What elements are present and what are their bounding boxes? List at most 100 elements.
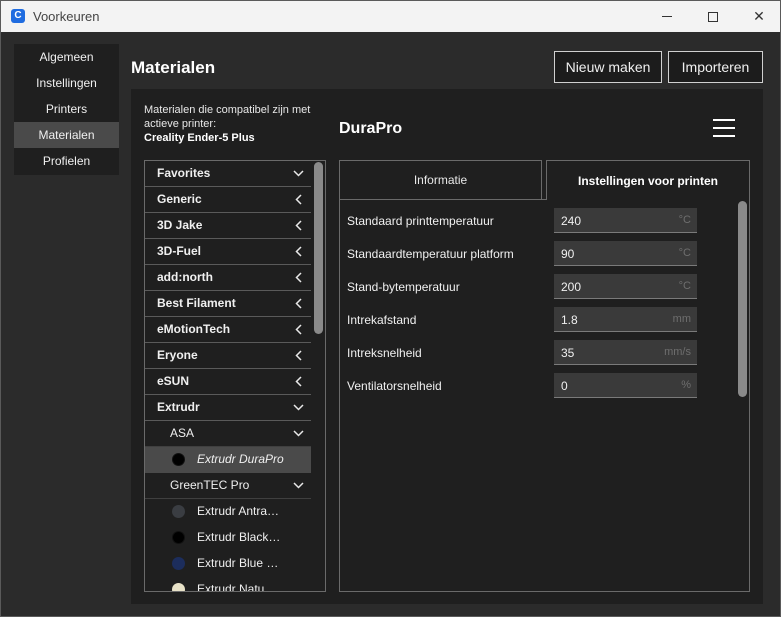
list-item-label: Eryone: [157, 348, 198, 362]
new-material-button[interactable]: Nieuw maken: [554, 51, 662, 83]
chevron-left-icon[interactable]: [291, 291, 305, 316]
setting-input[interactable]: 1.8 mm: [554, 307, 697, 332]
color-swatch-icon: [172, 505, 185, 518]
brand-item[interactable]: Extrudr: [145, 395, 311, 421]
brand-item[interactable]: Generic: [145, 187, 311, 213]
chevron-left-icon[interactable]: [291, 265, 305, 290]
chevron-down-icon[interactable]: [291, 473, 305, 498]
brand-item[interactable]: Favorites: [145, 161, 311, 187]
import-button[interactable]: Importeren: [668, 51, 763, 83]
setting-unit: mm: [672, 313, 691, 325]
list-item-label: Favorites: [157, 166, 211, 180]
chevron-left-icon[interactable]: [291, 317, 305, 342]
setting-input[interactable]: 200 °C: [554, 274, 697, 299]
sidebar-nav: Algemeen Instellingen Printers Materiale…: [14, 44, 119, 175]
active-printer-name: Creality Ender-5 Plus: [144, 132, 255, 144]
chevron-left-icon[interactable]: [291, 369, 305, 394]
preferences-window: C Voorkeuren ✕ Algemeen Instellingen Pri…: [0, 0, 781, 617]
material-title: DuraPro: [339, 120, 403, 137]
brand-item[interactable]: 3D-Fuel: [145, 239, 311, 265]
list-item-label: eMotionTech: [157, 322, 231, 336]
setting-unit: %: [681, 379, 691, 391]
sidebar-item-profielen[interactable]: Profielen: [14, 148, 119, 174]
material-group-item[interactable]: ASA: [145, 421, 311, 447]
chevron-left-icon[interactable]: [291, 239, 305, 264]
close-icon: ✕: [753, 8, 765, 24]
setting-label: Intreksnelheid: [347, 346, 422, 360]
list-item-label: Extrudr: [157, 400, 200, 414]
sidebar-item-instellingen[interactable]: Instellingen: [14, 70, 119, 96]
tab-informatie[interactable]: Informatie: [339, 160, 542, 200]
color-swatch-icon: [172, 557, 185, 570]
list-item-label: Extrudr Antra…: [197, 504, 280, 518]
setting-unit: mm/s: [664, 346, 691, 358]
list-item-label: add:north: [157, 270, 213, 284]
brand-item[interactable]: eMotionTech: [145, 317, 311, 343]
setting-label: Ventilatorsnelheid: [347, 379, 442, 393]
setting-unit: °C: [678, 214, 691, 226]
minimize-button[interactable]: [644, 1, 690, 32]
chevron-left-icon[interactable]: [291, 213, 305, 238]
setting-label: Stand-bytemperatuur: [347, 280, 460, 294]
setting-input[interactable]: 35 mm/s: [554, 340, 697, 365]
compatibility-note: Materialen die compatibel zijn met actie…: [144, 103, 334, 145]
list-item-label: 3D-Fuel: [157, 244, 202, 258]
brand-item[interactable]: add:north: [145, 265, 311, 291]
setting-label: Standaard printtemperatuur: [347, 214, 494, 228]
list-item-label: eSUN: [157, 374, 190, 388]
list-scrollbar[interactable]: [314, 162, 323, 334]
material-item[interactable]: Extrudr Natu…: [145, 577, 311, 591]
setting-label: Standaardtemperatuur platform: [347, 247, 514, 261]
setting-value: 35: [561, 346, 575, 360]
close-button[interactable]: ✕: [736, 1, 781, 32]
chevron-down-icon[interactable]: [291, 421, 305, 446]
sidebar-item-printers[interactable]: Printers: [14, 96, 119, 122]
setting-input[interactable]: 240 °C: [554, 208, 697, 233]
chevron-down-icon[interactable]: [291, 161, 305, 186]
material-item[interactable]: Extrudr DuraPro: [145, 447, 311, 473]
settings-scrollbar[interactable]: [738, 201, 747, 397]
brand-item[interactable]: Best Filament: [145, 291, 311, 317]
sidebar-item-algemeen[interactable]: Algemeen: [14, 44, 119, 70]
setting-input[interactable]: 90 °C: [554, 241, 697, 266]
setting-value: 0: [561, 379, 568, 393]
list-item-label: Extrudr Blue …: [197, 556, 279, 570]
tab-print-settings[interactable]: Instellingen voor printen: [546, 160, 750, 200]
material-item[interactable]: Extrudr Black…: [145, 525, 311, 551]
brand-item[interactable]: Eryone: [145, 343, 311, 369]
setting-input[interactable]: 0%: [554, 373, 697, 398]
compatibility-text: Materialen die compatibel zijn met actie…: [144, 104, 311, 130]
brand-item[interactable]: eSUN: [145, 369, 311, 395]
color-swatch-icon: [172, 453, 185, 466]
setting-unit: °C: [678, 280, 691, 292]
maximize-button[interactable]: [690, 1, 736, 32]
setting-unit: °C: [678, 247, 691, 259]
setting-value: 1.8: [561, 313, 578, 327]
sidebar-item-materialen[interactable]: Materialen: [14, 122, 119, 148]
menu-icon[interactable]: [713, 119, 735, 137]
setting-value: 90: [561, 247, 575, 261]
chevron-left-icon[interactable]: [291, 343, 305, 368]
page-title: Materialen: [131, 58, 216, 77]
list-item-label: Extrudr Black…: [197, 530, 281, 544]
minimize-icon: [662, 16, 672, 17]
color-swatch-icon: [172, 531, 185, 544]
list-item-label: ASA: [170, 426, 195, 440]
list-item-label: Best Filament: [157, 296, 236, 310]
list-item-label: Generic: [157, 192, 202, 206]
setting-label: Intrekafstand: [347, 313, 417, 327]
color-swatch-icon: [172, 583, 185, 591]
material-item[interactable]: Extrudr Antra…: [145, 499, 311, 525]
material-group-item[interactable]: GreenTEC Pro: [145, 473, 311, 499]
setting-value: 240: [561, 214, 582, 228]
material-item[interactable]: Extrudr Blue …: [145, 551, 311, 577]
chevron-left-icon[interactable]: [291, 187, 305, 212]
material-list[interactable]: Extrudr Natu… Extrudr Blue … Extrudr Black…: [144, 160, 326, 592]
chevron-down-icon[interactable]: [291, 395, 305, 420]
list-item-label: Extrudr DuraPro: [197, 452, 284, 466]
list-item-label: GreenTEC Pro: [170, 478, 250, 492]
window-title: Voorkeuren: [33, 9, 100, 24]
setting-value: 200: [561, 280, 582, 294]
brand-item[interactable]: 3D Jake: [145, 213, 311, 239]
title-bar: C Voorkeuren ✕: [1, 1, 780, 32]
